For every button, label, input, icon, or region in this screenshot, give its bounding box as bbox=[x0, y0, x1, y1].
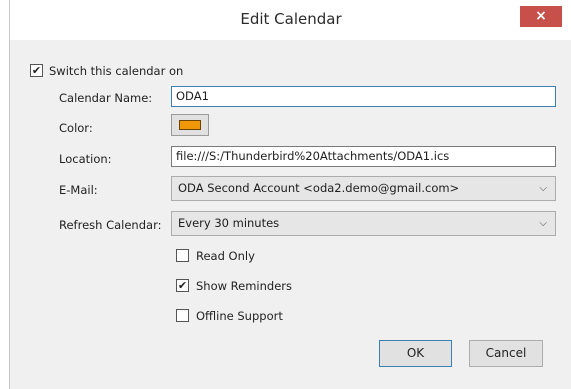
close-button[interactable]: × bbox=[520, 6, 562, 27]
calendar-name-field[interactable]: ODA1 bbox=[171, 86, 556, 107]
show-reminders-checkbox[interactable]: ✔ bbox=[176, 279, 189, 292]
checkmark-icon: ✔ bbox=[177, 279, 188, 292]
refresh-select[interactable]: Every 30 minutes ⌵ bbox=[171, 211, 556, 236]
checkmark-icon: ✔ bbox=[31, 64, 42, 77]
read-only-label: Read Only bbox=[196, 249, 255, 263]
read-only-checkbox[interactable] bbox=[176, 249, 189, 262]
calendar-name-label: Calendar Name: bbox=[59, 91, 153, 105]
switch-on-label: Switch this calendar on bbox=[49, 64, 184, 78]
title-bar[interactable]: Edit Calendar × bbox=[10, 0, 571, 40]
ok-button[interactable]: OK bbox=[379, 340, 452, 367]
email-label: E-Mail: bbox=[59, 183, 98, 197]
refresh-label: Refresh Calendar: bbox=[59, 218, 162, 232]
chevron-down-icon: ⌵ bbox=[539, 218, 547, 229]
offline-support-label: Offline Support bbox=[196, 309, 283, 323]
color-picker-button[interactable] bbox=[171, 114, 209, 136]
email-select[interactable]: ODA Second Account <oda2.demo@gmail.com>… bbox=[171, 176, 556, 201]
color-label: Color: bbox=[59, 121, 93, 135]
color-swatch bbox=[179, 120, 201, 130]
close-icon: × bbox=[535, 8, 547, 24]
dialog-content: ✔ Switch this calendar on Calendar Name:… bbox=[10, 40, 571, 389]
refresh-select-value: Every 30 minutes bbox=[178, 216, 280, 230]
chevron-down-icon: ⌵ bbox=[539, 183, 547, 194]
offline-support-checkbox[interactable] bbox=[176, 309, 189, 322]
show-reminders-label: Show Reminders bbox=[196, 279, 293, 293]
switch-on-checkbox[interactable]: ✔ bbox=[30, 64, 43, 77]
email-select-value: ODA Second Account <oda2.demo@gmail.com> bbox=[178, 181, 460, 195]
location-label: Location: bbox=[59, 152, 112, 166]
dialog-title: Edit Calendar bbox=[240, 10, 342, 28]
edit-calendar-dialog: Edit Calendar × ✔ Switch this calendar o… bbox=[9, 0, 571, 389]
cancel-button[interactable]: Cancel bbox=[469, 340, 543, 367]
location-field[interactable]: file:///S:/Thunderbird%20Attachments/ODA… bbox=[171, 146, 556, 167]
